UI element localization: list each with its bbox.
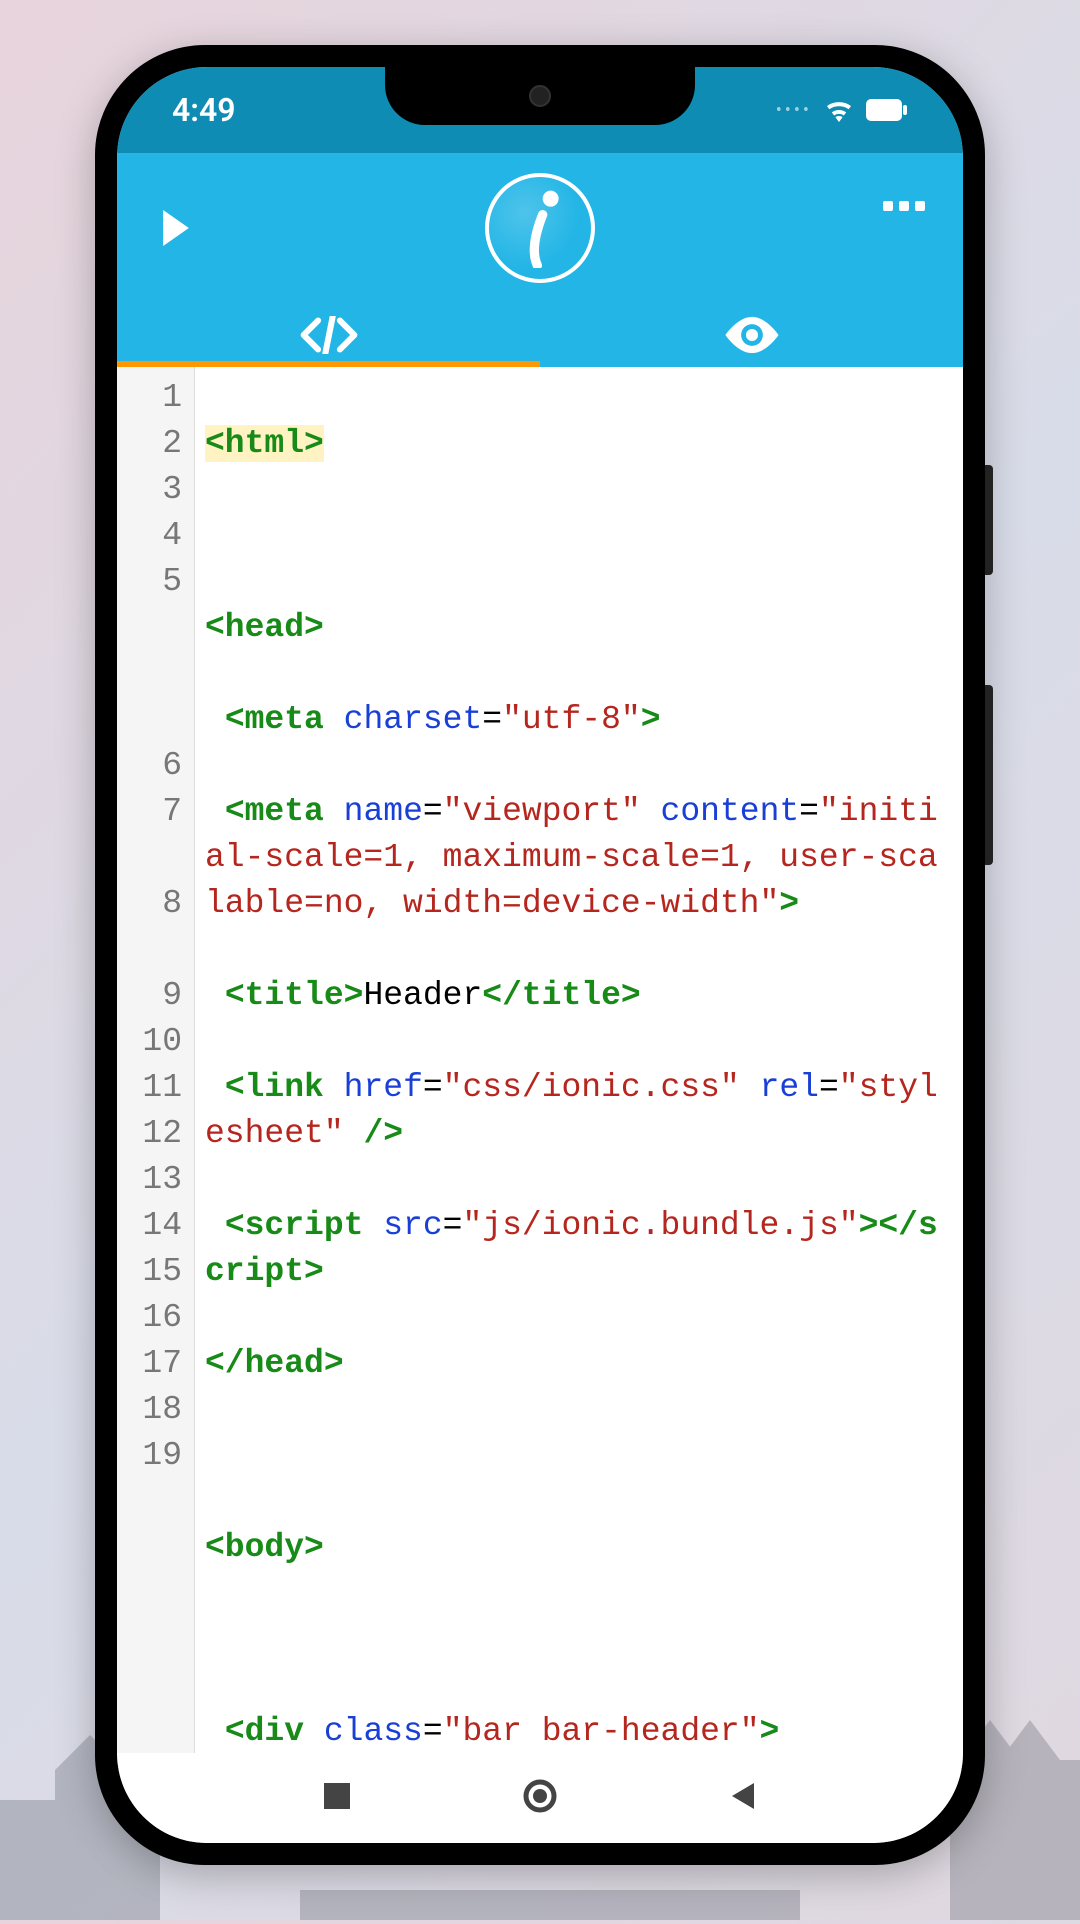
line-number: 17 xyxy=(117,1341,194,1387)
tab-preview[interactable] xyxy=(540,303,963,367)
code-line[interactable]: <meta name="viewport" content="initial-s… xyxy=(205,789,953,927)
run-button[interactable] xyxy=(147,195,205,261)
line-number: 18 xyxy=(117,1387,194,1433)
more-icon xyxy=(899,201,909,211)
phone-side-button xyxy=(985,685,993,865)
code-line[interactable]: <body> xyxy=(205,1525,953,1571)
line-number: 3 xyxy=(117,467,194,513)
logo-i-icon xyxy=(510,188,570,268)
code-line[interactable]: <html> xyxy=(205,421,953,467)
line-number: 2 xyxy=(117,421,194,467)
play-icon xyxy=(162,210,190,246)
status-time: 4:49 xyxy=(172,91,236,129)
more-menu-button[interactable] xyxy=(873,191,935,221)
more-icon xyxy=(883,201,893,211)
code-line[interactable] xyxy=(205,1617,953,1663)
circle-icon xyxy=(523,1779,557,1813)
line-number-gutter: 1 2 3 4 5 . . . 6 7 . 8 . 9 10 11 12 13 … xyxy=(117,367,195,1753)
code-content[interactable]: <html> <head> <meta charset="utf-8"> <me… xyxy=(195,367,963,1753)
line-number: 13 xyxy=(117,1157,194,1203)
app-logo xyxy=(485,173,595,283)
phone-notch xyxy=(385,67,695,125)
front-camera xyxy=(529,85,551,107)
code-line[interactable]: <title>Header</title> xyxy=(205,973,953,1019)
nav-recent-button[interactable] xyxy=(292,1769,382,1827)
eye-icon xyxy=(723,316,781,354)
line-number: 19 xyxy=(117,1433,194,1479)
line-number: 6 xyxy=(117,743,194,789)
code-editor[interactable]: 1 2 3 4 5 . . . 6 7 . 8 . 9 10 11 12 13 … xyxy=(117,367,963,1753)
line-number: 8 xyxy=(117,881,194,927)
code-line[interactable]: </head> xyxy=(205,1341,953,1387)
line-number: 12 xyxy=(117,1111,194,1157)
android-nav-bar xyxy=(117,1753,963,1843)
more-icon xyxy=(915,201,925,211)
phone-frame: 4:49 •••• xyxy=(95,45,985,1865)
line-number: 15 xyxy=(117,1249,194,1295)
nav-home-button[interactable] xyxy=(493,1767,587,1829)
code-line[interactable] xyxy=(205,1433,953,1479)
line-number: 4 xyxy=(117,513,194,559)
line-number: 7 xyxy=(117,789,194,835)
wifi-icon xyxy=(824,98,854,122)
line-number: 9 xyxy=(117,973,194,1019)
square-icon xyxy=(322,1781,352,1811)
phone-screen: 4:49 •••• xyxy=(117,67,963,1843)
status-icons: •••• xyxy=(776,98,908,122)
code-icon xyxy=(300,316,358,354)
line-number: 16 xyxy=(117,1295,194,1341)
code-line[interactable]: <link href="css/ionic.css" rel="styleshe… xyxy=(205,1065,953,1157)
code-line[interactable]: <script src="js/ionic.bundle.js"></scrip… xyxy=(205,1203,953,1295)
code-line[interactable] xyxy=(205,513,953,559)
line-number: 11 xyxy=(117,1065,194,1111)
app-header xyxy=(117,153,963,367)
triangle-left-icon xyxy=(728,1781,758,1811)
line-number: 5 xyxy=(117,559,194,605)
code-line[interactable]: <div class="bar bar-header"> xyxy=(205,1709,953,1753)
signal-dots-icon: •••• xyxy=(776,100,812,121)
line-number: 10 xyxy=(117,1019,194,1065)
code-line[interactable]: <head> xyxy=(205,605,953,651)
line-number: 14 xyxy=(117,1203,194,1249)
editor-tabs xyxy=(117,303,963,367)
line-number: 1 xyxy=(117,375,194,421)
nav-back-button[interactable] xyxy=(698,1769,788,1827)
code-line[interactable]: <meta charset="utf-8"> xyxy=(205,697,953,743)
tab-code[interactable] xyxy=(117,303,540,367)
phone-side-button xyxy=(985,465,993,575)
battery-icon xyxy=(866,99,908,121)
